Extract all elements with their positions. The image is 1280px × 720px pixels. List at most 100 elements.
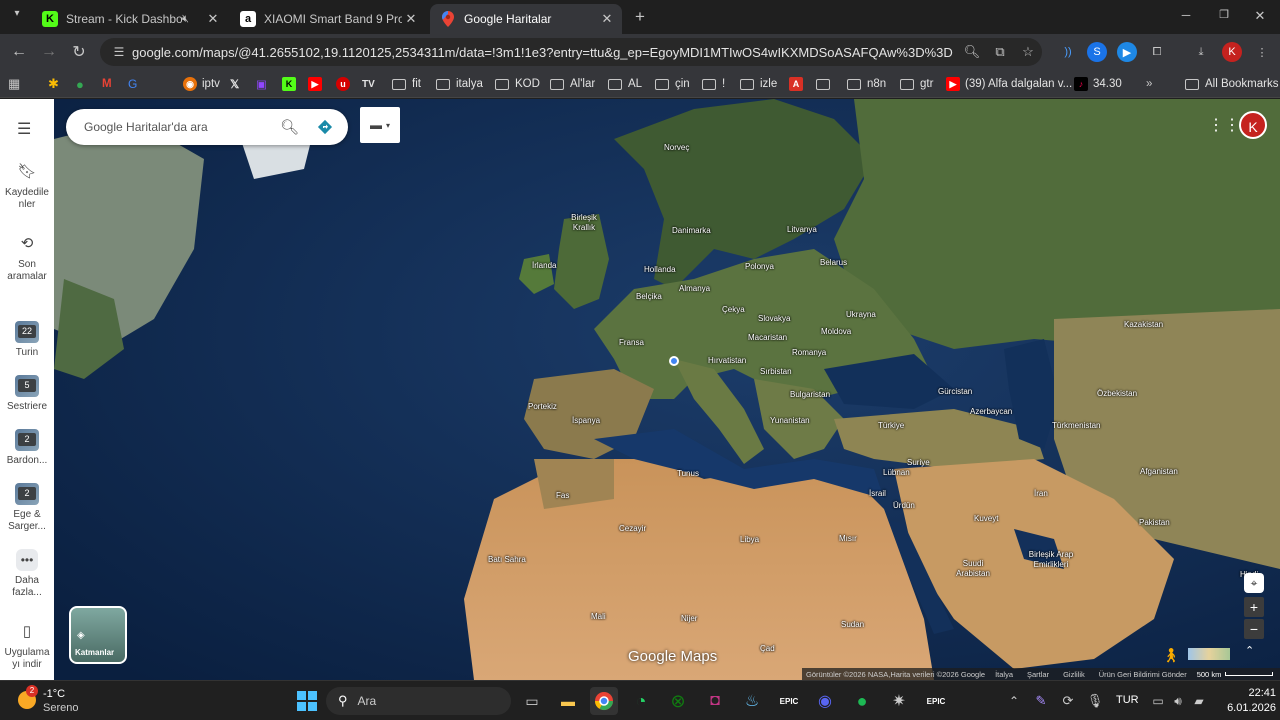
minimize-button[interactable]: ─ <box>1176 8 1196 22</box>
bookmark-folder-cin[interactable]: çin <box>655 75 690 93</box>
taskbar-search[interactable]: ⚲ Ara <box>326 687 511 715</box>
bookmark-folder-empty[interactable] <box>816 75 836 93</box>
rail-more[interactable]: ••• Daha fazla... <box>0 549 54 599</box>
address-bar[interactable]: ☰ google.com/maps/@41.2655102,19.1120125… <box>100 38 1042 66</box>
site-info-icon[interactable]: ☰ <box>106 45 132 59</box>
extensions-puzzle-icon[interactable]: ⧠ <box>1147 42 1167 62</box>
reload-button[interactable]: ↻ <box>64 42 94 62</box>
imagery-thumbnails[interactable] <box>1188 648 1230 660</box>
url-text[interactable]: google.com/maps/@41.2655102,19.1120125,2… <box>132 45 958 60</box>
bookmark-pinwheel-icon[interactable]: ✱ <box>48 75 59 93</box>
start-button[interactable] <box>293 687 321 715</box>
rail-recent[interactable]: ⟲ Son aramalar <box>0 233 54 283</box>
profile-avatar[interactable]: K <box>1222 42 1242 62</box>
bookmark-gmail-icon[interactable]: M <box>102 75 112 93</box>
epic-games-icon-2[interactable]: EPIC <box>922 687 950 715</box>
bookmark-3430[interactable]: ♪ 34.30 <box>1074 75 1122 93</box>
expand-up-icon[interactable]: ⌃ <box>1245 644 1254 657</box>
footer-link-feedback[interactable]: Ürün Geri Bildirimi Gönder <box>1099 670 1187 679</box>
hamburger-menu-icon[interactable]: ☰ <box>17 119 31 139</box>
search-icon[interactable]: 🔍︎ <box>280 118 310 136</box>
bookmark-u-icon[interactable]: u <box>336 75 355 93</box>
footer-link-terms[interactable]: Şartlar <box>1027 670 1049 679</box>
bookmark-folder-kod[interactable]: KOD <box>495 75 540 93</box>
my-location-button[interactable]: ⌖ <box>1244 573 1264 593</box>
bookmark-youtube-alfa[interactable]: ▶ (39) Alfa dalgalan v... <box>946 75 1072 93</box>
maximize-button[interactable]: ❐ <box>1214 8 1234 21</box>
zoom-icon[interactable]: 🔍︎ <box>958 44 986 60</box>
tab-google-maps[interactable]: Google Haritalar ✕ <box>430 4 622 34</box>
close-icon[interactable]: ✕ <box>598 11 616 27</box>
bookmark-tv-icon[interactable]: TV <box>362 75 375 93</box>
file-explorer-icon[interactable]: ▬ <box>554 687 582 715</box>
bookmark-folder-fit[interactable]: fit <box>392 75 421 93</box>
footer-link-privacy[interactable]: Gizlilik <box>1063 670 1085 679</box>
close-window-button[interactable]: ✕ <box>1250 8 1270 24</box>
bookmarks-overflow-icon[interactable]: » <box>1146 75 1152 93</box>
bookmark-folder-allar[interactable]: Al'lar <box>550 75 595 93</box>
bookmark-pdf-icon[interactable]: A <box>789 75 808 93</box>
footer-link-italya[interactable]: İtalya <box>995 670 1013 679</box>
forward-button[interactable]: → <box>34 43 64 61</box>
all-bookmarks[interactable]: All Bookmarks <box>1185 75 1279 93</box>
pegman-icon[interactable]: 🚶︎ <box>1162 647 1180 664</box>
install-app-icon[interactable]: ⧉ <box>986 44 1014 60</box>
download-icon[interactable]: ⤓ <box>1191 42 1211 62</box>
bookmark-folder-izle[interactable]: izle <box>740 75 777 93</box>
keyboard-toggle[interactable]: ▬ ▾ <box>360 107 400 143</box>
bookmark-iptv[interactable]: ◉ iptv <box>183 75 220 93</box>
task-view-icon[interactable]: ▭ <box>518 687 546 715</box>
bookmark-maps-icon[interactable]: ● <box>76 75 84 93</box>
muted-icon[interactable]: 🔇︎ <box>182 13 200 26</box>
search-box[interactable]: Google Haritalar'da ara 🔍︎ <box>66 109 348 145</box>
tab-xiaomi[interactable]: a XIAOMI Smart Band 9 Pro Black ✕ <box>230 4 426 34</box>
epic-games-icon[interactable]: EPIC <box>775 687 803 715</box>
map-canvas[interactable]: Norveç Birleşik Krallık Danimarka Litvan… <box>54 99 1280 680</box>
bookmark-kick-icon[interactable]: K <box>282 75 301 93</box>
bookmark-folder-gtr[interactable]: gtr <box>900 75 933 93</box>
bookmark-folder-italya[interactable]: italya <box>436 75 483 93</box>
tray-sync-icon[interactable]: ⟳ <box>1054 687 1082 715</box>
search-input[interactable]: Google Haritalar'da ara <box>84 120 280 134</box>
ai-app-icon[interactable]: ✷ <box>885 687 913 715</box>
instagram-icon[interactable]: ◘ <box>701 687 729 715</box>
rail-saved[interactable]: 🔖︎ Kaydedile nler <box>0 161 54 211</box>
xbox-icon[interactable]: ⊗ <box>664 687 692 715</box>
directions-icon[interactable] <box>310 119 340 135</box>
tab-search-button[interactable]: ▾ <box>8 8 26 26</box>
location-marker-icon[interactable] <box>669 356 679 366</box>
bookmark-translate-icon[interactable]: G <box>128 75 137 93</box>
bookmark-folder-al[interactable]: AL <box>608 75 642 93</box>
tray-overflow-icon[interactable]: ⌃ <box>1000 687 1028 715</box>
bookmark-folder-excl[interactable]: ! <box>702 75 725 93</box>
close-icon[interactable]: ✕ <box>402 11 420 27</box>
bookmark-star-icon[interactable]: ☆ <box>1014 44 1042 60</box>
account-avatar[interactable]: K <box>1239 111 1267 139</box>
layers-button[interactable]: ◈ Katmanlar <box>69 606 127 664</box>
clock-time[interactable]: 22:41 <box>1236 687 1276 699</box>
rail-item-ege[interactable]: 2 Ege & Sarger... <box>0 483 54 533</box>
clock-date[interactable]: 6.01.2026 <box>1216 702 1276 714</box>
bookmark-youtube-icon[interactable]: ▶ <box>308 75 327 93</box>
read-aloud-icon[interactable]: )) <box>1058 42 1078 62</box>
back-button[interactable]: ← <box>4 43 34 61</box>
chrome-icon[interactable] <box>590 687 618 715</box>
apps-grid-icon[interactable]: ▦ <box>8 75 20 93</box>
bookmark-x-icon[interactable]: 𝕏 <box>230 75 239 93</box>
rail-item-bardon[interactable]: 2 Bardon... <box>0 429 54 467</box>
zoom-out-button[interactable]: − <box>1244 619 1264 639</box>
menu-kebab-icon[interactable]: ⋮ <box>1252 42 1272 62</box>
new-tab-button[interactable]: + <box>630 7 650 27</box>
tab-kick[interactable]: K Stream - Kick Dashboard 🔇︎ ✕ <box>32 4 228 34</box>
whatsapp-icon[interactable]: ◔ <box>627 687 655 715</box>
steam-icon[interactable]: ♨ <box>738 687 766 715</box>
language-indicator[interactable]: TUR <box>1116 694 1139 706</box>
spotify-icon[interactable]: ● <box>848 687 876 715</box>
zoom-in-button[interactable]: + <box>1244 597 1264 617</box>
tray-feather-icon[interactable]: ✎ <box>1027 687 1055 715</box>
extension-blue-icon[interactable]: S <box>1087 42 1107 62</box>
google-apps-icon[interactable]: ⋮⋮ <box>1208 115 1240 135</box>
bookmark-folder-n8n[interactable]: n8n <box>847 75 886 93</box>
bookmark-twitch-icon[interactable]: ▣ <box>256 75 267 93</box>
close-icon[interactable]: ✕ <box>204 11 222 27</box>
